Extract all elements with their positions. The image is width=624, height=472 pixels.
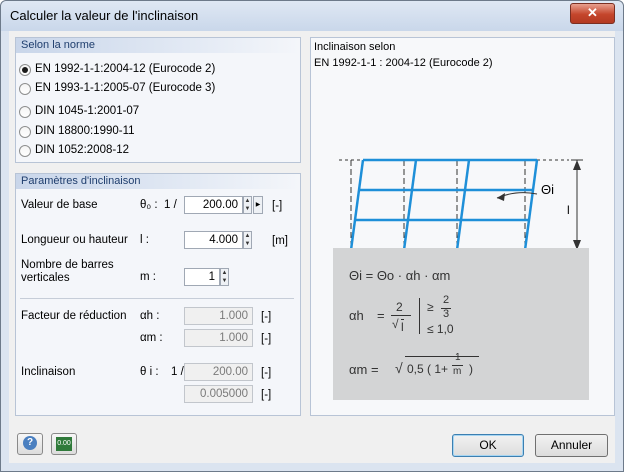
- dim-arrow-up: [573, 160, 581, 170]
- formula-alpha-m-expr: 0,5 ( 1+: [407, 362, 449, 376]
- norme-option-label: EN 1992-1-1:2004-12 (Eurocode 2): [35, 63, 216, 75]
- base-label: Valeur de base: [21, 199, 98, 211]
- diagram-heading-line2: EN 1992-1-1 : 2004-12 (Eurocode 2): [314, 57, 493, 69]
- norme-option-label: DIN 1052:2008-12: [35, 144, 129, 156]
- inclined-frame: [349, 158, 539, 251]
- theta-label: Θi: [541, 182, 554, 197]
- bars-symbol: m :: [140, 271, 156, 283]
- spin-up-icon[interactable]: ▲: [244, 197, 251, 205]
- height-label: l: [567, 203, 570, 217]
- base-value-input[interactable]: 200.00: [184, 196, 243, 214]
- inclination-prefix: 1 /: [171, 366, 184, 378]
- base-symbol: θ₀ :: [140, 199, 158, 211]
- radio-ec3[interactable]: [19, 83, 31, 95]
- bracket-line: [419, 298, 420, 334]
- radio-din1052[interactable]: [19, 145, 31, 157]
- help-icon: ?: [23, 436, 37, 450]
- alpha-m-unit: [-]: [261, 333, 272, 345]
- alpha-m-value: 1.000: [184, 329, 253, 347]
- alpha-h-symbol: αh :: [140, 310, 160, 322]
- sqrt-symbol-2: √: [395, 360, 403, 376]
- dialog-window: Calculer la valeur de l'inclinaison ✕ Se…: [0, 0, 624, 472]
- inclination-unit2: [-]: [261, 389, 272, 401]
- formula-one: 1: [455, 352, 461, 363]
- params-heading: Paramètres d'inclinaison: [16, 174, 300, 189]
- spin-down-icon[interactable]: ▼: [221, 277, 228, 285]
- formula-sqrt-l: l: [401, 319, 404, 334]
- length-symbol: l :: [140, 234, 149, 246]
- formula-eq: =: [377, 308, 385, 323]
- formula-close-paren: ): [469, 362, 473, 376]
- spin-down-icon[interactable]: ▼: [244, 205, 251, 213]
- inclination-symbol: θ i :: [140, 366, 159, 378]
- alpha-h-unit: [-]: [261, 311, 272, 323]
- sqrt-symbol: √: [392, 317, 399, 331]
- alpha-m-symbol: αm :: [140, 332, 163, 344]
- fraction-bar: [391, 315, 411, 316]
- norme-panel: Selon la norme EN 1992-1-1:2004-12 (Euro…: [15, 37, 301, 163]
- calculator-icon: 0.00: [56, 437, 72, 451]
- formula-two-thirds-num: 2: [443, 294, 450, 306]
- inclination-unit1: [-]: [261, 367, 272, 379]
- alpha-h-value: 1.000: [184, 307, 253, 325]
- length-label: Longueur ou hauteur: [21, 234, 128, 246]
- cancel-button[interactable]: Annuler: [535, 434, 608, 457]
- base-unit: [-]: [272, 200, 283, 212]
- radio-ec2[interactable]: [19, 64, 31, 76]
- norme-option-label: DIN 18800:1990-11: [35, 125, 135, 137]
- close-button[interactable]: ✕: [570, 3, 615, 24]
- separator: [20, 298, 294, 299]
- length-value-input[interactable]: 4.000: [184, 231, 243, 249]
- formula-geq: ≥: [427, 300, 434, 314]
- base-more-button[interactable]: ▶: [253, 196, 263, 214]
- norme-heading: Selon la norme: [16, 38, 300, 53]
- units-button[interactable]: 0.00: [51, 433, 77, 455]
- reduction-label: Facteur de réduction: [21, 310, 127, 322]
- radio-din1045[interactable]: [19, 106, 31, 118]
- diagram-panel: Inclinaison selon EN 1992-1-1 : 2004-12 …: [310, 37, 615, 416]
- base-prefix: 1 /: [164, 199, 177, 211]
- params-panel: Paramètres d'inclinaison Valeur de base …: [15, 173, 301, 416]
- inclination-label: Inclinaison: [21, 366, 76, 378]
- help-button[interactable]: ?: [17, 433, 43, 455]
- formula-alpha-m: αm =: [349, 362, 379, 377]
- base-spinner[interactable]: ▲ ▼: [243, 196, 252, 214]
- bars-value-input[interactable]: 1: [184, 268, 220, 286]
- spin-up-icon[interactable]: ▲: [221, 269, 228, 277]
- formula-leq: ≤ 1,0: [427, 322, 454, 336]
- norme-option-label: EN 1993-1-1:2005-07 (Eurocode 3): [35, 82, 216, 94]
- formula-m: m: [453, 366, 462, 377]
- title-bar: Calculer la valeur de l'inclinaison ✕: [1, 1, 623, 31]
- norme-option-label: DIN 1045-1:2001-07: [35, 105, 140, 117]
- formula-alpha-h: αh: [349, 308, 364, 323]
- bars-label: Nombre de barres verticales: [21, 259, 114, 284]
- inclination-value1: 200.00: [184, 363, 253, 381]
- radio-din18800[interactable]: [19, 126, 31, 138]
- formula-two-thirds-den: 3: [443, 308, 450, 320]
- sqrt-bar: [405, 356, 479, 357]
- spin-up-icon[interactable]: ▲: [244, 232, 251, 240]
- dialog-client: Selon la norme EN 1992-1-1:2004-12 (Euro…: [9, 31, 615, 463]
- diagram-heading-line1: Inclinaison selon: [314, 41, 396, 53]
- formula-theta: Θi = Θo · αh · αm: [349, 268, 451, 283]
- ok-button[interactable]: OK: [452, 434, 524, 457]
- bars-spinner[interactable]: ▲ ▼: [220, 268, 229, 286]
- window-title: Calculer la valeur de l'inclinaison: [10, 8, 199, 23]
- formula-box: Θi = Θo · αh · αm αh = 2 √ l ≥ 2 3 ≤ 1,0…: [333, 248, 589, 400]
- length-spinner[interactable]: ▲ ▼: [243, 231, 252, 249]
- inclination-value2: 0.005000: [184, 385, 253, 403]
- spin-down-icon[interactable]: ▼: [244, 240, 251, 248]
- length-unit: [m]: [272, 235, 288, 247]
- formula-two: 2: [396, 300, 403, 314]
